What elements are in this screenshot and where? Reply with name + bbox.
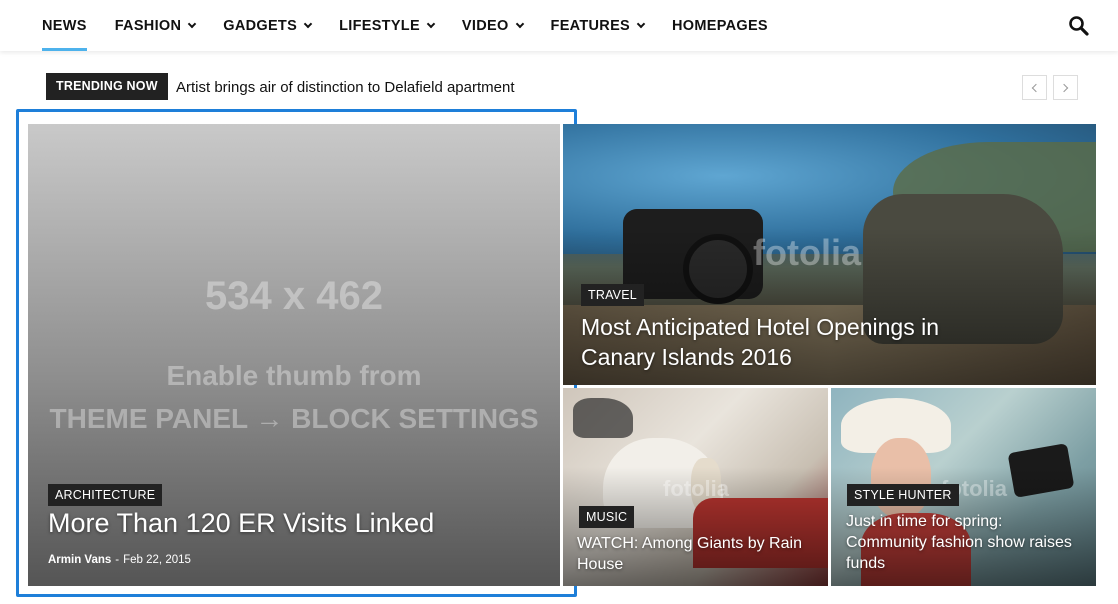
nav-menu: NEWS FASHION GADGETS LIFESTYLE VIDEO FEA…: [28, 0, 782, 51]
search-icon: [1069, 16, 1089, 36]
nav-item-lifestyle[interactable]: LIFESTYLE: [325, 0, 448, 51]
post-title[interactable]: WATCH: Among Giants by Rain House: [577, 533, 817, 575]
category-badge[interactable]: MUSIC: [579, 506, 635, 528]
chevron-down-icon: [426, 19, 436, 28]
nav-item-label: FASHION: [114, 17, 182, 34]
featured-post-travel[interactable]: fotolia TRAVEL Most Anticipated Hotel Op…: [563, 124, 1096, 385]
nav-item-news[interactable]: NEWS: [28, 0, 101, 51]
chevron-down-icon: [188, 19, 197, 28]
featured-post-style-hunter[interactable]: fotolia STYLE HUNTER Just in time for sp…: [831, 388, 1096, 586]
chevron-down-icon: [636, 19, 646, 28]
nav-item-gadgets[interactable]: GADGETS: [209, 0, 325, 51]
post-title[interactable]: Just in time for spring: Community fashi…: [846, 511, 1086, 574]
placeholder-size-text: 534 x 462: [205, 274, 383, 318]
nav-item-fashion[interactable]: FASHION: [101, 0, 210, 51]
chevron-down-icon: [303, 19, 313, 28]
post-title[interactable]: More Than 120 ER Visits Linked: [48, 508, 548, 539]
nav-item-label: HOMEPAGES: [672, 17, 768, 34]
search-button[interactable]: [1068, 15, 1090, 37]
nav-item-label: FEATURES: [550, 17, 631, 34]
nav-item-homepages[interactable]: HOMEPAGES: [658, 0, 782, 51]
post-title[interactable]: Most Anticipated Hotel Openings in Canar…: [581, 312, 1001, 372]
trending-next-button[interactable]: [1053, 75, 1078, 100]
chevron-left-icon: [1031, 83, 1041, 93]
post-date: Feb 22, 2015: [123, 554, 191, 566]
post-author[interactable]: Armin Vans: [48, 554, 111, 566]
nav-item-features[interactable]: FEATURES: [537, 0, 658, 51]
placeholder-hint-line1: Enable thumb from: [166, 360, 422, 391]
nav-item-label: VIDEO: [461, 17, 509, 34]
nav-item-label: NEWS: [42, 17, 87, 34]
featured-post-music[interactable]: fotolia MUSIC WATCH: Among Giants by Rai…: [563, 388, 828, 586]
category-badge[interactable]: STYLE HUNTER: [847, 484, 959, 506]
trending-prev-button[interactable]: [1022, 75, 1047, 100]
meta-separator: -: [115, 554, 120, 566]
watermark-text: fotolia: [663, 476, 729, 501]
main-nav: NEWS FASHION GADGETS LIFESTYLE VIDEO FEA…: [0, 0, 1118, 51]
trending-bar: TRENDING NOW Artist brings air of distin…: [46, 73, 1086, 100]
trending-title-link[interactable]: Artist brings air of distinction to Dela…: [176, 73, 515, 102]
trending-label: TRENDING NOW: [46, 73, 168, 100]
chevron-down-icon: [515, 19, 524, 28]
watermark-text: fotolia: [753, 232, 861, 273]
nav-item-label: GADGETS: [223, 17, 298, 34]
post-meta: Armin Vans - Feb 22, 2015: [48, 554, 191, 566]
placeholder-hint-line2: THEME PANEL → BLOCK SETTINGS: [49, 403, 539, 434]
shoe-image-region: [573, 398, 633, 438]
nav-item-label: LIFESTYLE: [339, 17, 420, 34]
chevron-right-icon: [1059, 83, 1069, 93]
nav-item-video[interactable]: VIDEO: [448, 0, 537, 51]
category-badge[interactable]: TRAVEL: [581, 284, 644, 306]
featured-main-post[interactable]: 534 x 462 Enable thumb from THEME PANEL …: [28, 124, 560, 586]
category-badge[interactable]: ARCHITECTURE: [48, 484, 163, 506]
